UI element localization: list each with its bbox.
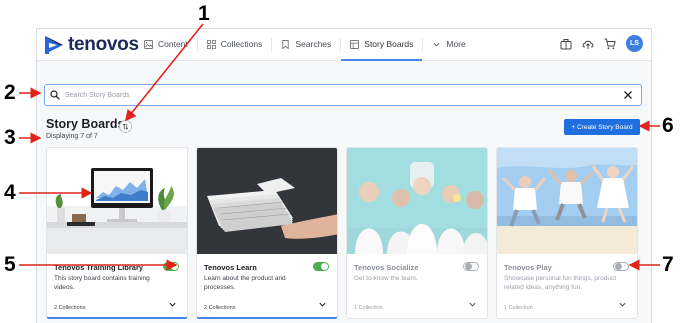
briefcase-icon[interactable] (560, 38, 572, 50)
callout-4: 4 (4, 181, 16, 204)
card-title: Tenovos Socialize (354, 263, 419, 272)
callout-7: 7 (662, 253, 674, 276)
close-icon[interactable] (623, 90, 633, 100)
card-collection-count: 2 Collections (54, 305, 86, 311)
nav-content[interactable]: Content (135, 29, 197, 61)
callout-2: 2 (4, 81, 16, 104)
tenovos-logo-icon (45, 36, 63, 54)
card-description: Get to know the team. (354, 275, 418, 282)
callout-1: 1 (198, 2, 210, 25)
sort-button[interactable] (119, 120, 132, 133)
card-thumbnail-team (347, 148, 487, 254)
story-board-card[interactable]: Tenovos Socialize Get to know the team. … (346, 147, 488, 319)
storyboard-icon (350, 39, 360, 49)
story-board-card[interactable]: Tenovos Training Library This story boar… (46, 147, 188, 319)
nav-content-label: Content (158, 39, 188, 49)
chevron-down-icon[interactable] (318, 300, 327, 309)
search-bar (44, 84, 642, 106)
user-avatar[interactable]: LS (626, 35, 643, 52)
card-visibility-toggle[interactable] (163, 262, 179, 271)
card-visibility-toggle[interactable] (613, 262, 629, 271)
card-collection-count: 2 Collections (204, 305, 236, 311)
create-story-board-button[interactable]: + Create Story Board (564, 119, 640, 135)
story-board-card[interactable]: Tenovos Play Showcase personal fun thing… (496, 147, 638, 319)
nav-more[interactable]: More (423, 29, 474, 61)
sort-icon (122, 123, 129, 130)
tenovos-logo[interactable]: tenovos (43, 35, 139, 55)
chevron-down-icon[interactable] (618, 300, 627, 309)
nav-story-boards-label: Story Boards (364, 39, 414, 49)
story-board-card[interactable]: Tenovos Learn Learn about the product an… (196, 147, 338, 319)
card-title: Tenovos Training Library (54, 263, 144, 272)
page-title: Story Boards (46, 117, 125, 131)
search-icon (50, 90, 60, 100)
card-thumbnail-beach (497, 148, 637, 254)
card-thumbnail-office (47, 148, 187, 254)
callout-3: 3 (4, 126, 16, 149)
nav-collections-label: Collections (220, 39, 263, 49)
card-description: Showcase personal fun things, product re… (504, 275, 617, 291)
card-visibility-toggle[interactable] (463, 262, 479, 271)
main-nav: Content Collections Searches Story Board… (135, 29, 475, 61)
nav-story-boards[interactable]: Story Boards (341, 29, 423, 61)
chevron-down-icon[interactable] (168, 300, 177, 309)
card-description: Learn about the product and processes. (204, 275, 286, 291)
toggle-knob (171, 263, 178, 270)
grid-icon (206, 39, 216, 49)
callout-6: 6 (662, 114, 674, 137)
nav-collections[interactable]: Collections (198, 29, 272, 61)
toggle-knob (615, 263, 622, 270)
card-title: Tenovos Play (504, 263, 552, 272)
nav-searches[interactable]: Searches (272, 29, 340, 61)
card-visibility-toggle[interactable] (313, 262, 329, 271)
search-input[interactable] (65, 88, 605, 103)
chevron-down-icon (433, 42, 440, 46)
header-actions: LS (560, 35, 643, 52)
logo-text: tenovos (68, 34, 139, 55)
image-icon (144, 39, 153, 49)
chevron-down-icon[interactable] (468, 300, 477, 309)
card-thumbnail-papers (197, 148, 337, 254)
toggle-knob (321, 263, 328, 270)
top-nav-bar: tenovos Content Collections Searches Sto… (37, 29, 651, 61)
nav-more-label: More (446, 39, 466, 49)
callout-5: 5 (4, 253, 16, 276)
card-collection-count: 1 Collection (354, 305, 383, 311)
result-count: Displaying 7 of 7 (46, 133, 98, 140)
card-collection-count: 1 Collection (504, 305, 533, 311)
bookmark-icon (282, 39, 289, 49)
card-title: Tenovos Learn (204, 263, 257, 272)
upload-cloud-icon[interactable] (582, 38, 594, 50)
app-window: tenovos Content Collections Searches Sto… (36, 28, 652, 323)
nav-searches-label: Searches (295, 39, 332, 49)
card-description: This story board contains training video… (54, 275, 150, 291)
cart-icon[interactable] (604, 38, 616, 50)
toggle-knob (465, 263, 472, 270)
